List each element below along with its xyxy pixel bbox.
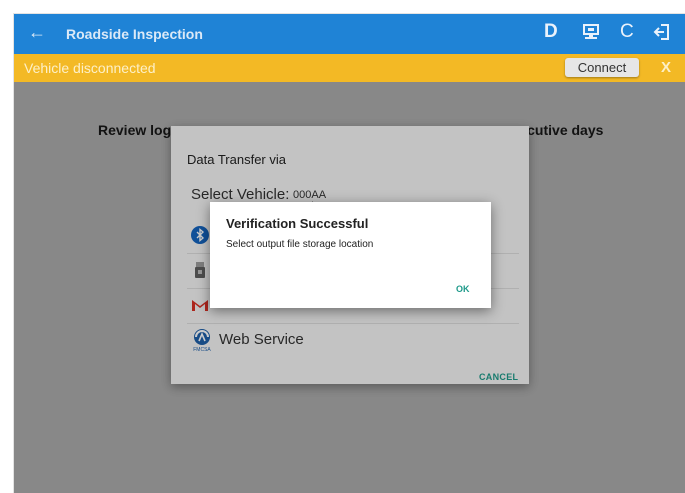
logout-icon[interactable] <box>653 23 671 47</box>
connection-banner: Vehicle disconnected Connect X <box>14 54 685 82</box>
verification-dialog: Verification Successful Select output fi… <box>210 202 491 308</box>
ok-button[interactable]: OK <box>456 284 470 294</box>
close-banner-button[interactable]: X <box>661 59 671 76</box>
page-title: Roadside Inspection <box>66 26 203 42</box>
d-icon[interactable]: D <box>544 21 558 43</box>
connect-button[interactable]: Connect <box>565 58 639 77</box>
app-bar: ← Roadside Inspection D C <box>14 14 685 54</box>
verification-title: Verification Successful <box>226 216 369 231</box>
verification-message: Select output file storage location <box>226 239 374 250</box>
refresh-icon[interactable]: C <box>620 21 634 43</box>
transfer-monitor-icon[interactable] <box>582 23 600 47</box>
arrow-left-icon[interactable]: ← <box>28 22 46 43</box>
connection-status-text: Vehicle disconnected <box>24 60 156 76</box>
tablet-screen: ← Roadside Inspection D C Vehicle discon… <box>14 14 685 493</box>
